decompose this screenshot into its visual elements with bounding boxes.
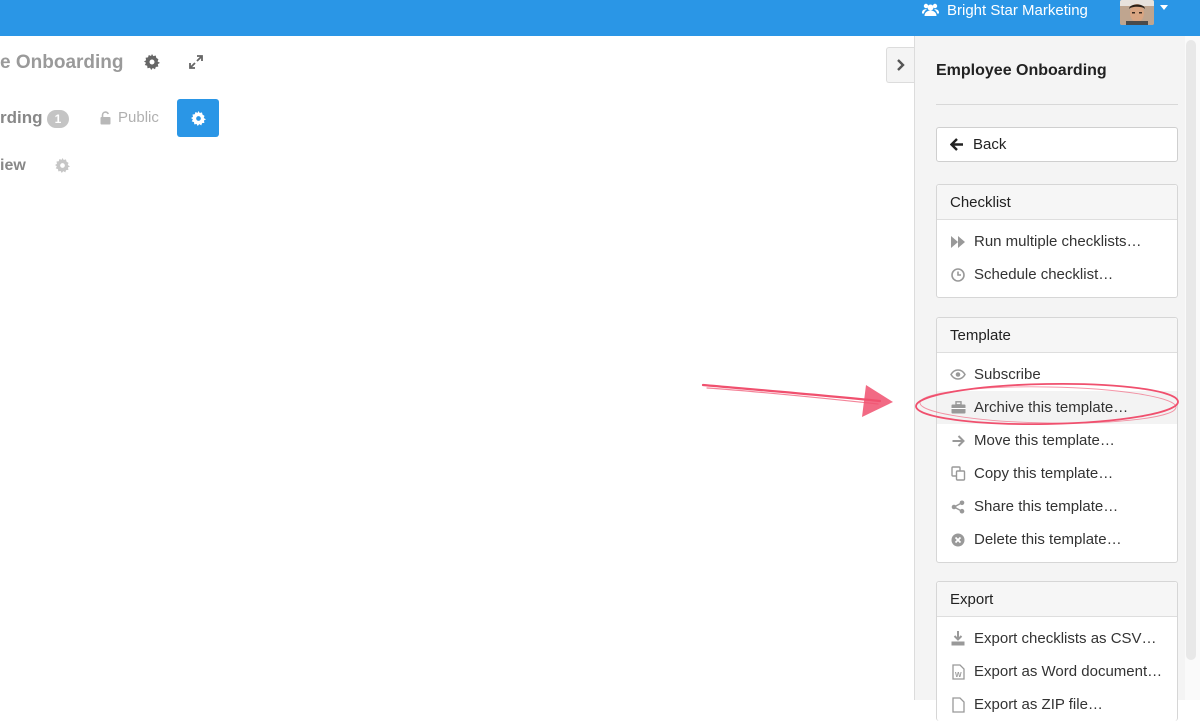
export-group: Export Export checklists as CSV… W Expor… — [936, 581, 1178, 721]
copy-icon — [950, 466, 966, 482]
unlock-icon — [100, 110, 111, 124]
menu-item-label: Run multiple checklists… — [974, 233, 1142, 250]
menu-item-label: Export as Word document… — [974, 663, 1163, 680]
org-name: Bright Star Marketing — [947, 1, 1088, 19]
eye-icon — [950, 367, 966, 383]
menu-item-label: Share this template… — [974, 498, 1119, 515]
zip-file-icon — [950, 696, 966, 713]
menu-item-label: Archive this template… — [974, 399, 1129, 416]
menu-item-archive[interactable]: Archive this template… — [937, 391, 1177, 424]
menu-item-label: Move this template… — [974, 432, 1115, 449]
menu-item-copy[interactable]: Copy this template… — [937, 457, 1177, 490]
settings-button[interactable] — [177, 99, 219, 137]
menu-item-label: Subscribe — [974, 366, 1041, 383]
gear-icon — [190, 110, 206, 126]
menu-item-export-word[interactable]: W Export as Word document… — [937, 655, 1177, 688]
svg-text:W: W — [955, 672, 962, 679]
menu-item-label: Copy this template… — [974, 465, 1114, 482]
count-badge: 1 — [47, 110, 69, 128]
expand-icon[interactable] — [189, 55, 203, 69]
users-icon — [922, 3, 939, 17]
divider — [936, 104, 1178, 105]
menu-item-label: Delete this template… — [974, 531, 1122, 548]
sidebar-title: Employee Onboarding — [936, 62, 1107, 79]
menu-item-label: Export checklists as CSV… — [974, 630, 1157, 647]
menu-item-schedule[interactable]: Schedule checklist… — [937, 258, 1177, 291]
template-title: e Onboarding — [0, 52, 124, 73]
menu-item-label: Schedule checklist… — [974, 266, 1114, 283]
clock-icon — [950, 267, 966, 283]
visibility-label: Public — [118, 109, 159, 126]
menu-item-run-multiple[interactable]: Run multiple checklists… — [937, 225, 1177, 258]
group-heading: Checklist — [937, 185, 1177, 220]
menu-item-share[interactable]: Share this template… — [937, 490, 1177, 523]
sidebar-scroll-thumb[interactable] — [1186, 40, 1196, 660]
user-avatar[interactable] — [1120, 0, 1154, 25]
template-group: Template Subscribe Archive this template… — [936, 317, 1178, 563]
arrow-left-icon — [950, 138, 963, 151]
group-heading: Template — [937, 318, 1177, 353]
folder-name: rding — [0, 108, 43, 127]
collapse-sidebar-button[interactable] — [886, 47, 914, 83]
checklist-group: Checklist Run multiple checklists… Sched… — [936, 184, 1178, 298]
menu-item-move[interactable]: Move this template… — [937, 424, 1177, 457]
view-label: iew — [0, 157, 26, 174]
arrow-right-icon — [950, 433, 966, 449]
word-file-icon: W — [950, 663, 966, 680]
back-button[interactable]: Back — [936, 127, 1178, 162]
share-icon — [950, 499, 966, 515]
gear-icon[interactable] — [55, 158, 70, 173]
chevron-right-icon — [897, 59, 905, 71]
menu-item-label: Export as ZIP file… — [974, 696, 1103, 713]
annotation-arrow — [701, 383, 893, 417]
delete-circle-icon — [950, 532, 966, 548]
visibility-toggle[interactable]: Public — [100, 109, 159, 126]
back-label: Back — [973, 136, 1007, 153]
fast-forward-icon — [950, 234, 966, 250]
caret-down-icon[interactable] — [1160, 5, 1168, 10]
download-icon — [950, 631, 966, 647]
briefcase-icon — [950, 400, 966, 416]
group-heading: Export — [937, 582, 1177, 617]
menu-item-export-csv[interactable]: Export checklists as CSV… — [937, 622, 1177, 655]
gear-icon[interactable] — [144, 54, 160, 70]
menu-item-delete[interactable]: Delete this template… — [937, 523, 1177, 556]
menu-item-subscribe[interactable]: Subscribe — [937, 358, 1177, 391]
org-switcher[interactable]: Bright Star Marketing — [922, 0, 1088, 20]
menu-item-export-zip[interactable]: Export as ZIP file… — [937, 688, 1177, 721]
